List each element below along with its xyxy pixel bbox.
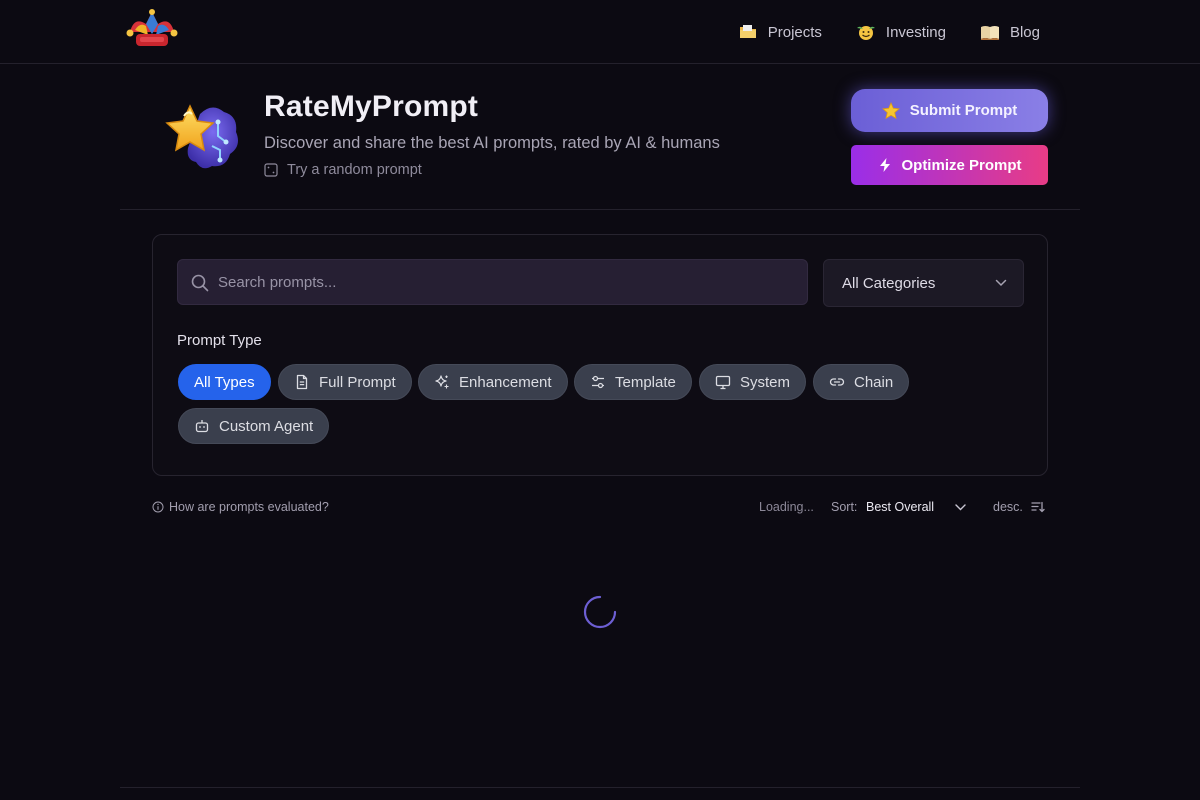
search-input[interactable]: [218, 260, 798, 304]
sort-select[interactable]: Best Overall: [866, 496, 966, 518]
chip-label: All Types: [194, 373, 255, 391]
loading-spinner-icon: [583, 595, 617, 629]
book-emoji-icon: [980, 26, 999, 40]
bot-icon: [195, 420, 209, 433]
chip-enhancement[interactable]: Enhancement: [418, 364, 568, 400]
chevron-down-icon: [995, 279, 1007, 287]
chip-label: Template: [615, 373, 676, 391]
nav-link-investing[interactable]: Investing: [856, 23, 946, 41]
page-subtitle: Discover and share the best AI prompts, …: [264, 134, 720, 152]
folder-emoji-icon: [739, 25, 756, 38]
chip-chain[interactable]: Chain: [813, 364, 910, 400]
nav-link-label: Projects: [767, 23, 822, 41]
jester-hat-icon: [126, 9, 178, 46]
sparkles-icon: [435, 375, 449, 389]
search-box[interactable]: [177, 259, 808, 305]
monitor-icon: [715, 375, 731, 390]
nav-link-projects[interactable]: Projects: [738, 23, 822, 41]
optimize-prompt-label: Optimize Prompt: [901, 156, 1022, 174]
hero-section: RateMyPrompt Discover and share the best…: [120, 64, 1080, 210]
document-icon: [296, 374, 308, 390]
sort-label: Sort:: [831, 500, 858, 514]
chip-label: Custom Agent: [219, 417, 314, 435]
chip-label: Full Prompt: [319, 373, 396, 391]
page-title: RateMyPrompt: [264, 90, 479, 123]
category-selected-value: All Categories: [842, 274, 936, 292]
chip-all-types[interactable]: All Types: [178, 364, 271, 400]
chip-label: Chain: [854, 373, 894, 391]
jester-hat-logo[interactable]: [122, 8, 182, 54]
chip-system[interactable]: System: [699, 364, 807, 400]
category-select[interactable]: All Categories: [823, 259, 1024, 307]
nav-link-label: Investing: [885, 23, 946, 41]
nav-link-blog[interactable]: Blog: [980, 23, 1040, 41]
random-prompt-label: Try a random prompt: [287, 162, 422, 178]
random-prompt-link[interactable]: Try a random prompt: [264, 162, 422, 178]
optimize-prompt-button[interactable]: Optimize Prompt: [851, 145, 1048, 185]
sort-order-toggle[interactable]: desc.: [993, 496, 1045, 518]
filter-panel: All Categories Prompt Type All Types Ful…: [152, 234, 1048, 476]
submit-prompt-button[interactable]: Submit Prompt: [851, 89, 1048, 132]
search-icon: [191, 274, 209, 292]
chevron-down-icon: [955, 503, 966, 510]
dice-icon: [264, 163, 278, 177]
submit-prompt-label: Submit Prompt: [909, 102, 1018, 119]
link-icon: [829, 378, 845, 386]
top-navigation: Projects Investing Blog: [0, 0, 1200, 64]
star-brain-logo-icon: [165, 104, 238, 169]
chip-custom-agent[interactable]: Custom Agent: [178, 408, 330, 444]
sliders-icon: [592, 375, 604, 389]
chip-template[interactable]: Template: [574, 364, 692, 400]
sort-descending-icon: [1031, 501, 1045, 513]
evaluation-info-link[interactable]: How are prompts evaluated?: [152, 500, 329, 514]
chip-full-prompt[interactable]: Full Prompt: [278, 364, 412, 400]
chip-label: Enhancement: [459, 373, 552, 391]
prompt-type-label: Prompt Type: [177, 332, 262, 349]
money-face-emoji-icon: [856, 26, 875, 40]
evaluation-info-label: How are prompts evaluated?: [169, 500, 329, 514]
loading-status: Loading...: [759, 500, 814, 514]
footer-divider: [120, 787, 1080, 788]
info-icon: [152, 501, 164, 513]
lightning-icon: [880, 158, 891, 172]
sort-order-label: desc.: [993, 500, 1023, 514]
star-icon: [881, 101, 900, 119]
nav-link-label: Blog: [1009, 23, 1040, 41]
nav-links: Projects Investing Blog: [738, 0, 1040, 64]
sort-selected-value: Best Overall: [866, 500, 935, 514]
chip-label: System: [740, 373, 791, 391]
